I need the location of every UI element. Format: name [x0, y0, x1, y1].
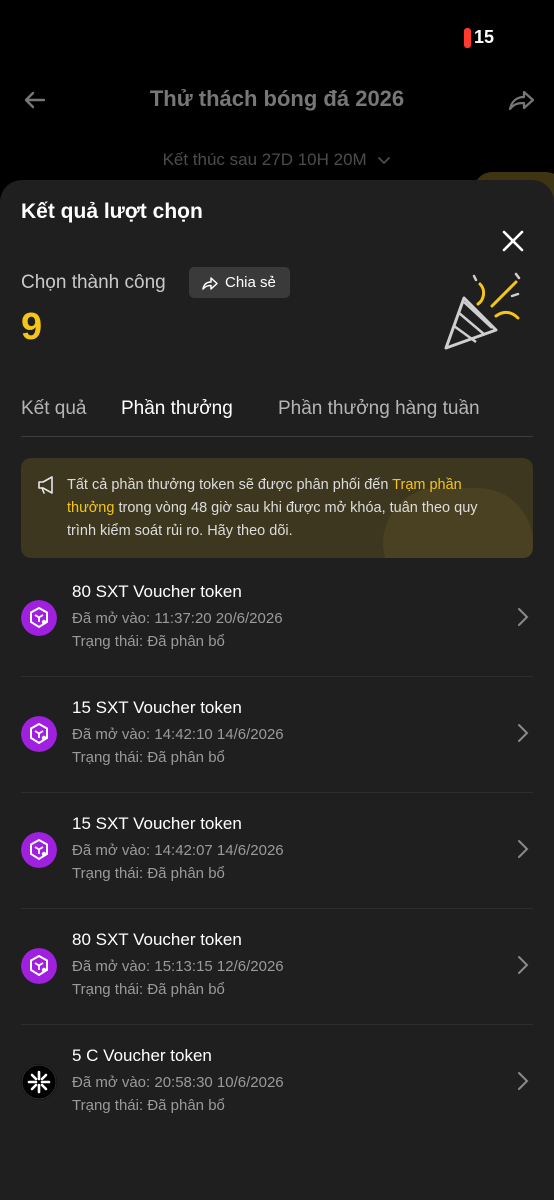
reward-title: 15 SXT Voucher token — [72, 814, 242, 833]
reward-status: Trạng thái: Đã phân bổ — [72, 633, 225, 650]
battery-icon — [463, 27, 471, 48]
chevron-right-icon — [518, 724, 529, 742]
megaphone-icon — [38, 476, 53, 494]
sheet-title: Kết quả lượt chọn — [21, 200, 203, 223]
reward-status: Trạng thái: Đã phân bổ — [72, 981, 225, 998]
reward-title: 5 C Voucher token — [72, 1046, 212, 1065]
reward-opened-time: Đã mở vào: 14:42:10 14/6/2026 — [72, 726, 284, 743]
screen: 15 Thử thách bóng đá 2026 Kết thúc sau 2… — [0, 0, 554, 1200]
chevron-down-icon — [378, 156, 391, 164]
chevron-right-icon — [518, 956, 529, 974]
countdown-text: Kết thúc sau 27D 10H 20M — [162, 150, 367, 169]
share-button-label: Chia sẻ — [225, 274, 276, 291]
notice-text-before: Tất cả phần thưởng token sẽ được phân ph… — [67, 477, 393, 493]
page-title: Thử thách bóng đá 2026 — [149, 86, 405, 111]
close-icon[interactable] — [498, 226, 528, 256]
sxt-token-icon — [21, 948, 57, 984]
results-sheet: Kết quả lượt chọn Chọn thành công Chia s… — [0, 180, 554, 1200]
share-button[interactable]: Chia sẻ — [189, 267, 290, 298]
share-icon[interactable] — [504, 83, 538, 117]
reward-title: 15 SXT Voucher token — [72, 698, 242, 717]
reward-item[interactable]: 5 C Voucher token Đã mở vào: 20:58:30 10… — [0, 1024, 554, 1140]
notice-text-after: trong vòng 48 giờ sau khi được mở khóa, … — [67, 500, 478, 539]
reward-item[interactable]: 80 SXT Voucher token Đã mở vào: 15:13:15… — [0, 908, 554, 1024]
sxt-token-icon — [21, 600, 57, 636]
page-header: Thử thách bóng đá 2026 — [0, 70, 554, 130]
reward-title: 80 SXT Voucher token — [72, 930, 242, 949]
reward-status: Trạng thái: Đã phân bổ — [72, 1097, 225, 1114]
countdown[interactable]: Kết thúc sau 27D 10H 20M — [0, 150, 554, 170]
tab-rewards[interactable]: Phần thưởng — [121, 398, 233, 420]
reward-opened-time: Đã mở vào: 15:13:15 12/6/2026 — [72, 958, 284, 975]
reward-title: 80 SXT Voucher token — [72, 582, 242, 601]
tab-bar: Kết quả Phần thưởng Phần thưởng hàng tuầ… — [21, 390, 533, 437]
reward-status: Trạng thái: Đã phân bổ — [72, 865, 225, 882]
reward-item[interactable]: 15 SXT Voucher token Đã mở vào: 14:42:07… — [0, 792, 554, 908]
reward-item[interactable]: 15 SXT Voucher token Đã mở vào: 14:42:10… — [0, 676, 554, 792]
success-label: Chọn thành công — [21, 272, 166, 293]
battery-level: 15 — [473, 27, 494, 47]
notice-banner: Tất cả phần thưởng token sẽ được phân ph… — [21, 458, 533, 558]
status-bar: 15 — [0, 0, 554, 60]
party-popper-icon — [444, 272, 521, 350]
reward-status: Trạng thái: Đã phân bổ — [72, 749, 225, 766]
reward-opened-time: Đã mở vào: 20:58:30 10/6/2026 — [72, 1074, 284, 1091]
chevron-right-icon — [518, 1072, 529, 1090]
reward-list: 80 SXT Voucher token Đã mở vào: 11:37:20… — [0, 560, 554, 1140]
sxt-token-icon — [21, 832, 57, 868]
reward-opened-time: Đã mở vào: 11:37:20 20/6/2026 — [72, 610, 283, 627]
reward-item[interactable]: 80 SXT Voucher token Đã mở vào: 11:37:20… — [0, 560, 554, 676]
battery-indicator: 15 — [463, 27, 494, 48]
success-count: 9 — [21, 306, 43, 348]
tab-weekly-rewards[interactable]: Phần thưởng hàng tuần — [278, 398, 480, 420]
chevron-right-icon — [518, 608, 529, 626]
reward-opened-time: Đã mở vào: 14:42:07 14/6/2026 — [72, 842, 284, 859]
share-icon — [202, 276, 218, 290]
sxt-token-icon — [21, 716, 57, 752]
notice-text: Tất cả phần thưởng token sẽ được phân ph… — [67, 474, 509, 543]
c-token-icon — [21, 1064, 57, 1100]
tab-results[interactable]: Kết quả — [21, 398, 87, 420]
chevron-right-icon — [518, 840, 529, 858]
